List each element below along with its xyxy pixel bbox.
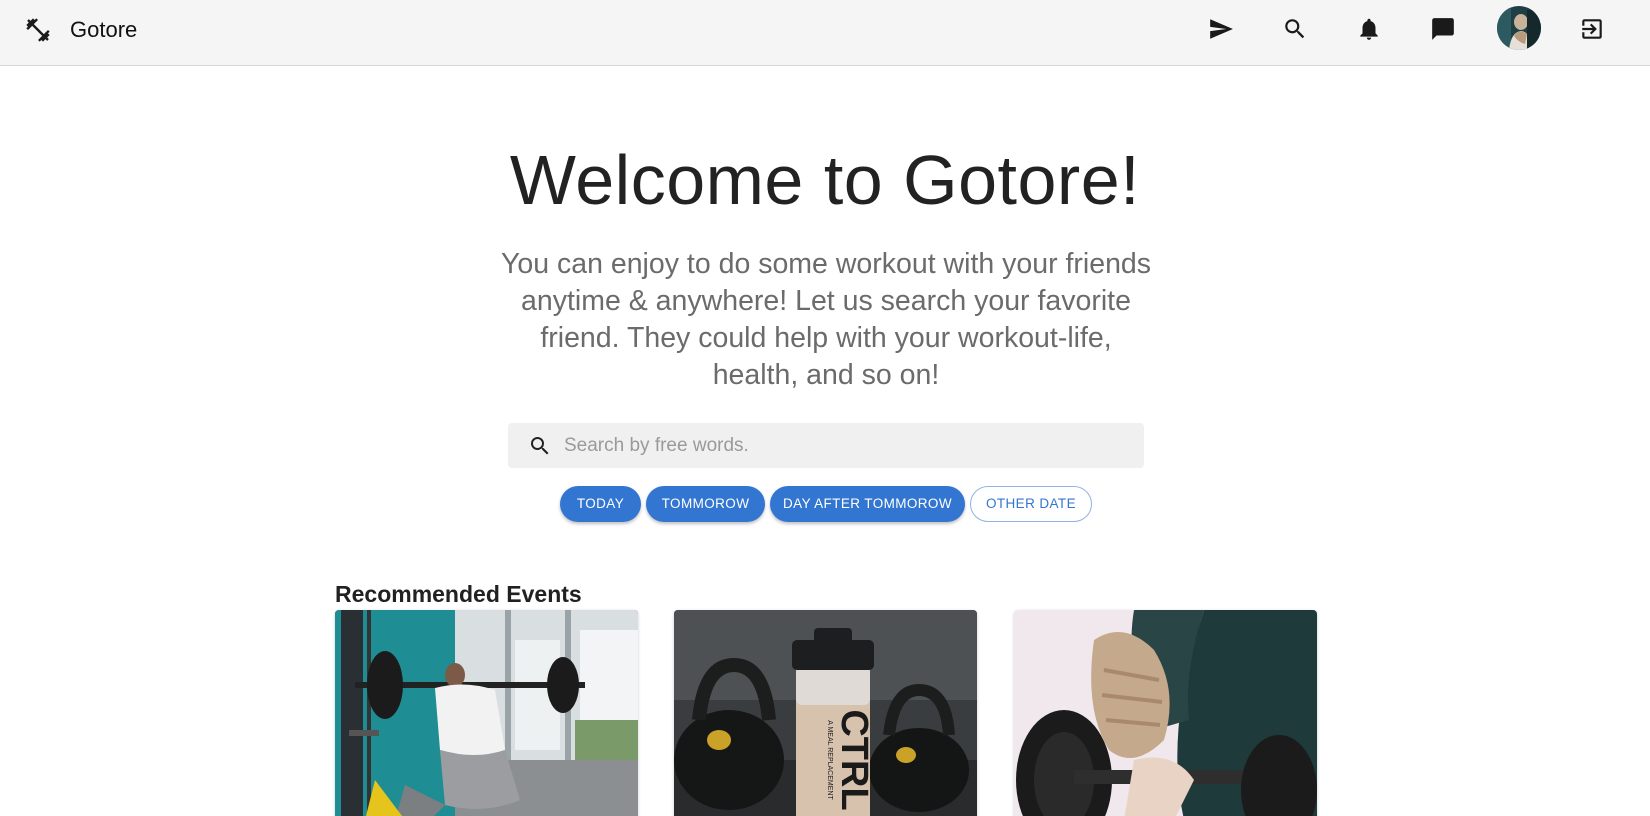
chip-day-after-tomorrow[interactable]: DAY AFTER TOMMOROW bbox=[770, 486, 965, 522]
chip-tomorrow[interactable]: TOMMOROW bbox=[646, 486, 765, 522]
search-bar[interactable] bbox=[508, 423, 1144, 468]
chat-icon[interactable] bbox=[1429, 15, 1457, 43]
logout-icon[interactable] bbox=[1578, 15, 1606, 43]
recommended-events-title: Recommended Events bbox=[335, 581, 582, 607]
search-input[interactable] bbox=[564, 423, 1124, 468]
notifications-icon[interactable] bbox=[1355, 15, 1383, 43]
shaker-brand-text: CTRL bbox=[833, 709, 875, 810]
event-card-3[interactable] bbox=[1014, 610, 1317, 816]
top-app-bar: Gotore bbox=[0, 0, 1650, 66]
kettlebells-ctrl-shaker-photo: CTRL A MEAL REPLACEMENT bbox=[674, 610, 977, 816]
barbell-squat-photo bbox=[335, 610, 638, 816]
hero-title: Welcome to Gotore! bbox=[509, 141, 1141, 219]
event-card-2[interactable]: CTRL A MEAL REPLACEMENT bbox=[674, 610, 977, 816]
chip-today[interactable]: TODAY bbox=[560, 486, 641, 522]
hero-subtitle: You can enjoy to do some workout with yo… bbox=[500, 248, 1152, 391]
fitness-icon[interactable] bbox=[24, 16, 52, 44]
app-title[interactable]: Gotore bbox=[70, 16, 137, 44]
shaker-subtext: A MEAL REPLACEMENT bbox=[826, 720, 833, 800]
dumbbell-grip-photo bbox=[1014, 610, 1317, 816]
search-icon[interactable] bbox=[1281, 15, 1309, 43]
event-card-1[interactable] bbox=[335, 610, 638, 816]
avatar[interactable] bbox=[1497, 6, 1541, 50]
search-icon bbox=[528, 434, 552, 458]
send-icon[interactable] bbox=[1207, 15, 1235, 43]
chip-other-date[interactable]: OTHER DATE bbox=[970, 486, 1092, 522]
